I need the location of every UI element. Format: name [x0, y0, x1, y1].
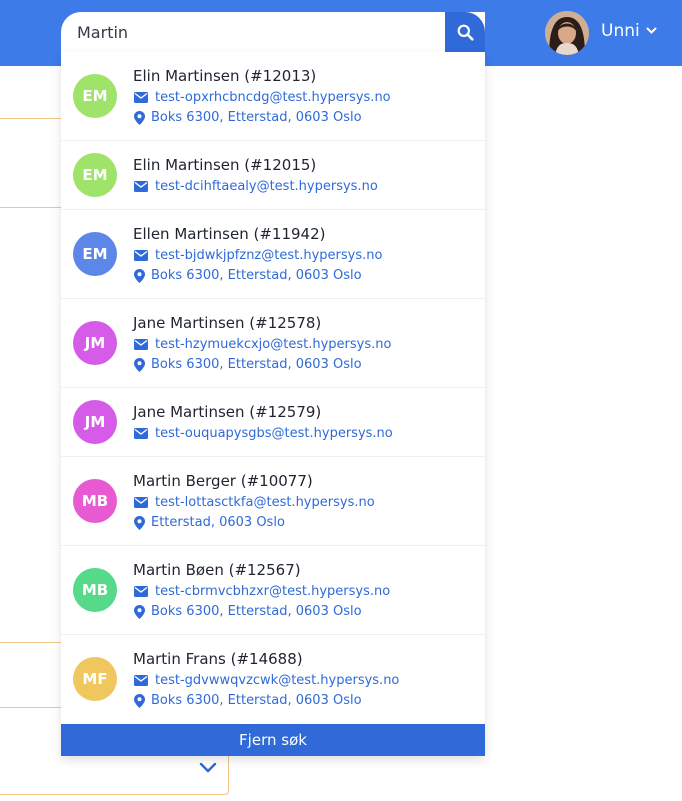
envelope-icon [133, 250, 149, 261]
result-email-text: test-gdvwwqvzcwk@test.hypersys.no [155, 673, 400, 688]
result-avatar: EM [73, 74, 117, 118]
result-address-text: Etterstad, 0603 Oslo [151, 515, 285, 530]
result-email-text: test-dcihftaealy@test.hypersys.no [155, 179, 378, 194]
search-result-item[interactable]: EM Elin Martinsen (#12013) test-opxrhcbn… [61, 52, 485, 141]
map-pin-icon [133, 268, 145, 283]
map-pin-icon [133, 604, 145, 619]
user-avatar[interactable] [545, 11, 589, 55]
map-pin-icon [133, 515, 145, 530]
search-result-item[interactable]: JM Jane Martinsen (#12579) test-ouquapys… [61, 388, 485, 457]
clear-search-button[interactable]: Fjern søk [61, 724, 485, 756]
search-result-item[interactable]: EM Elin Martinsen (#12015) test-dcihftae… [61, 141, 485, 210]
map-pin-icon [133, 110, 145, 125]
result-avatar: EM [73, 232, 117, 276]
result-name: Martin Bøen (#12567) [133, 561, 301, 579]
background-divider [0, 207, 70, 208]
result-address-text: Boks 6300, Etterstad, 0603 Oslo [151, 604, 362, 619]
envelope-icon [133, 675, 149, 686]
result-name: Ellen Martinsen (#11942) [133, 225, 326, 243]
search-result-item[interactable]: MB Martin Berger (#10077) test-lottasctk… [61, 457, 485, 546]
result-name: Martin Berger (#10077) [133, 472, 313, 490]
result-address-text: Boks 6300, Etterstad, 0603 Oslo [151, 110, 362, 125]
result-name: Elin Martinsen (#12013) [133, 67, 317, 85]
result-email: test-opxrhcbncdg@test.hypersys.no [133, 90, 391, 105]
envelope-icon [133, 586, 149, 597]
result-email-text: test-bjdwkjpfznz@test.hypersys.no [155, 248, 383, 263]
search-result-item[interactable]: JM Jane Martinsen (#12578) test-hzymuekc… [61, 299, 485, 388]
result-avatar: MB [73, 568, 117, 612]
result-email: test-gdvwwqvzcwk@test.hypersys.no [133, 673, 399, 688]
result-address-text: Boks 6300, Etterstad, 0603 Oslo [151, 693, 362, 708]
result-address-text: Boks 6300, Etterstad, 0603 Oslo [151, 268, 362, 283]
result-email: test-bjdwkjpfznz@test.hypersys.no [133, 248, 382, 263]
result-email-text: test-opxrhcbncdg@test.hypersys.no [155, 90, 391, 105]
result-address: Boks 6300, Etterstad, 0603 Oslo [133, 693, 362, 708]
search-box [61, 12, 485, 52]
search-input[interactable] [61, 12, 445, 52]
result-avatar: JM [73, 321, 117, 365]
result-name: Elin Martinsen (#12015) [133, 156, 317, 174]
result-email: test-cbrmvcbhzxr@test.hypersys.no [133, 584, 390, 599]
result-address: Boks 6300, Etterstad, 0603 Oslo [133, 604, 362, 619]
result-email-text: test-lottasctkfa@test.hypersys.no [155, 495, 375, 510]
result-email: test-hzymuekcxjo@test.hypersys.no [133, 337, 391, 352]
envelope-icon [133, 497, 149, 508]
result-address: Etterstad, 0603 Oslo [133, 515, 285, 530]
search-result-item[interactable]: EM Ellen Martinsen (#11942) test-bjdwkjp… [61, 210, 485, 299]
search-button[interactable] [445, 12, 485, 52]
search-result-item[interactable]: MF Martin Frans (#14688) test-gdvwwqvzcw… [61, 635, 485, 724]
result-avatar: JM [73, 400, 117, 444]
envelope-icon [133, 92, 149, 103]
user-name[interactable]: Unni [601, 21, 640, 41]
background-divider [0, 642, 70, 643]
result-email-text: test-ouquapysgbs@test.hypersys.no [155, 426, 393, 441]
result-email: test-dcihftaealy@test.hypersys.no [133, 179, 378, 194]
result-email: test-lottasctkfa@test.hypersys.no [133, 495, 375, 510]
result-address: Boks 6300, Etterstad, 0603 Oslo [133, 110, 362, 125]
search-icon [457, 24, 474, 41]
map-pin-icon [133, 357, 145, 372]
map-pin-icon [133, 693, 145, 708]
envelope-icon [133, 428, 149, 439]
result-name: Martin Frans (#14688) [133, 650, 303, 668]
result-email: test-ouquapysgbs@test.hypersys.no [133, 426, 393, 441]
search-results-list: EM Elin Martinsen (#12013) test-opxrhcbn… [61, 52, 485, 724]
result-name: Jane Martinsen (#12579) [133, 403, 322, 421]
envelope-icon [133, 181, 149, 192]
envelope-icon [133, 339, 149, 350]
result-address-text: Boks 6300, Etterstad, 0603 Oslo [151, 357, 362, 372]
chevron-down-icon[interactable] [646, 27, 657, 35]
result-avatar: MB [73, 479, 117, 523]
user-avatar-photo [545, 11, 589, 55]
result-address: Boks 6300, Etterstad, 0603 Oslo [133, 357, 362, 372]
search-result-item[interactable]: MB Martin Bøen (#12567) test-cbrmvcbhzxr… [61, 546, 485, 635]
result-avatar: EM [73, 153, 117, 197]
result-email-text: test-cbrmvcbhzxr@test.hypersys.no [155, 584, 391, 599]
search-results-dropdown: EM Elin Martinsen (#12013) test-opxrhcbn… [61, 52, 485, 756]
result-address: Boks 6300, Etterstad, 0603 Oslo [133, 268, 362, 283]
result-avatar: MF [73, 657, 117, 701]
result-name: Jane Martinsen (#12578) [133, 314, 322, 332]
background-divider [0, 118, 70, 119]
chevron-down-icon[interactable] [199, 762, 217, 774]
result-email-text: test-hzymuekcxjo@test.hypersys.no [155, 337, 392, 352]
